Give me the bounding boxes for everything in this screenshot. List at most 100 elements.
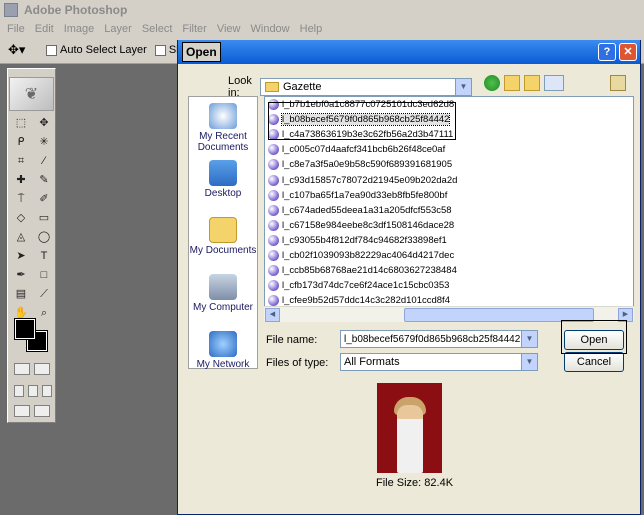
up-folder-icon[interactable] <box>504 75 520 91</box>
menu-filter[interactable]: Filter <box>177 23 211 35</box>
desktop-icon <box>209 160 237 186</box>
files-of-type-value: All Formats <box>344 356 400 368</box>
list-item[interactable]: l_ccb85b68768ae21d14c6803627238484 <box>265 263 633 278</box>
close-button[interactable]: ✕ <box>619 43 637 61</box>
image-file-icon <box>268 144 279 156</box>
chevron-down-icon[interactable]: ▼ <box>521 331 537 347</box>
jump-to-row <box>14 405 50 417</box>
notes-tool-icon[interactable]: ▤ <box>10 286 32 303</box>
standard-mode-icon[interactable] <box>14 363 30 375</box>
new-folder-icon[interactable] <box>524 75 540 91</box>
place-desktop[interactable]: Desktop <box>189 154 257 211</box>
recent-documents-icon <box>209 103 237 129</box>
dialog-title: Open <box>182 42 221 62</box>
toolbox: ❦ ⬚ ✥ ᑭ ✳ ⌗ ⁄ ✚ ✎ ⍑ ✐ ◇ ▭ ◬ ◯ ➤ T ✒ □ ▤ … <box>7 68 56 423</box>
clone-stamp-tool-icon[interactable]: ⍑ <box>10 191 32 208</box>
place-my-computer[interactable]: My Computer <box>189 268 257 325</box>
file-name-field[interactable]: l_b08becef5679f0d865b968cb25f84442 ▼ <box>340 330 538 348</box>
image-file-icon <box>268 280 279 292</box>
dodge-tool-icon[interactable]: ◯ <box>33 229 55 246</box>
screen-mode-full-icon[interactable] <box>42 385 52 397</box>
type-tool-icon[interactable]: T <box>33 248 55 265</box>
list-item[interactable]: l_c674aded55deea1a31a205dfcf553c58 <box>265 203 633 218</box>
back-icon[interactable] <box>484 75 500 91</box>
lasso-tool-icon[interactable]: ᑭ <box>10 134 32 151</box>
photoshop-title-bar: Adobe Photoshop <box>0 0 644 20</box>
crop-tool-icon[interactable]: ⌗ <box>10 153 32 170</box>
image-file-icon <box>268 204 279 216</box>
jump-to-imageready-icon[interactable] <box>14 405 30 417</box>
image-file-icon <box>268 265 279 277</box>
blur-tool-icon[interactable]: ◬ <box>10 229 32 246</box>
chevron-down-icon[interactable]: ▼ <box>455 79 471 95</box>
image-file-icon <box>268 174 279 186</box>
gradient-tool-icon[interactable]: ▭ <box>33 210 55 227</box>
eyedropper-tool-icon[interactable]: ⟋ <box>33 286 55 303</box>
brush-tool-icon[interactable]: ✎ <box>33 172 55 189</box>
edit-in-imageready-icon[interactable] <box>34 405 50 417</box>
image-file-icon <box>268 249 279 261</box>
move-tool-icon[interactable]: ✥ <box>33 115 55 132</box>
list-item[interactable]: l_c005c07d4aafcf341bcb6b26f48ce0af <box>265 142 633 157</box>
checkbox-box-icon <box>46 44 57 56</box>
places-bar: My Recent Documents Desktop My Documents… <box>188 96 258 370</box>
scroll-left-icon[interactable]: ◀ <box>265 308 280 322</box>
place-my-recent-documents[interactable]: My Recent Documents <box>189 97 257 154</box>
slice-tool-icon[interactable]: ⁄ <box>33 153 55 170</box>
screen-mode-full-menu-icon[interactable] <box>28 385 38 397</box>
list-item[interactable]: l_c93055b4f812df784c94682f33898ef1 <box>265 233 633 248</box>
path-selection-tool-icon[interactable]: ➤ <box>10 248 32 265</box>
auto-select-layer-checkbox[interactable]: Auto Select Layer <box>46 44 147 56</box>
zoom-tool-icon[interactable]: ⌕ <box>33 305 55 322</box>
menu-bar: File Edit Image Layer Select Filter View… <box>0 20 644 37</box>
files-of-type-select[interactable]: All Formats ▼ <box>340 353 538 371</box>
views-menu-icon[interactable] <box>544 75 564 91</box>
place-my-network[interactable]: My Network <box>189 325 257 382</box>
menu-layer[interactable]: Layer <box>99 23 137 35</box>
look-in-value: Gazette <box>283 81 322 93</box>
move-tool-preset-icon[interactable]: ✥▾ <box>8 41 38 59</box>
list-item[interactable]: l_cb02f1039093b82229ac4064d4217dec <box>265 248 633 263</box>
feather-logo-icon[interactable]: ❦ <box>9 77 54 111</box>
marquee-tool-icon[interactable]: ⬚ <box>10 115 32 132</box>
magic-wand-tool-icon[interactable]: ✳ <box>33 134 55 151</box>
selection-highlight-box <box>268 102 456 140</box>
my-network-icon <box>209 331 237 357</box>
menu-edit[interactable]: Edit <box>30 23 59 35</box>
image-file-icon <box>268 234 279 246</box>
eraser-tool-icon[interactable]: ◇ <box>10 210 32 227</box>
checkbox-box-icon <box>154 44 166 56</box>
cancel-button[interactable]: Cancel <box>564 352 624 372</box>
shape-tool-icon[interactable]: □ <box>33 267 55 284</box>
file-size-label: File Size: 82.4K <box>376 477 454 489</box>
menu-window[interactable]: Window <box>246 23 295 35</box>
open-dialog: Open ? ✕ Look in: Gazette ▼ My Recent Do… <box>177 40 641 515</box>
chevron-down-icon[interactable]: ▼ <box>521 354 537 370</box>
tools-icon[interactable] <box>610 75 626 91</box>
list-item[interactable]: l_c67158e984eebe8c3df1508146dace28 <box>265 218 633 233</box>
menu-help[interactable]: Help <box>295 23 328 35</box>
screen-mode-standard-icon[interactable] <box>14 385 24 397</box>
image-file-icon <box>268 219 279 231</box>
foreground-color-swatch[interactable] <box>14 318 36 340</box>
menu-view[interactable]: View <box>212 23 246 35</box>
image-file-icon <box>268 295 279 307</box>
list-item[interactable]: l_c107ba65f1a7ea90d33eb8fb5fe800bf <box>265 188 633 203</box>
menu-image[interactable]: Image <box>59 23 100 35</box>
quick-mask-mode-icon[interactable] <box>34 363 50 375</box>
menu-file[interactable]: File <box>2 23 30 35</box>
folder-icon <box>265 82 279 92</box>
look-in-combo[interactable]: Gazette ▼ <box>260 78 472 96</box>
open-button-highlight-box <box>561 320 627 354</box>
file-name-value: l_b08becef5679f0d865b968cb25f84442 <box>344 333 521 345</box>
list-item[interactable]: l_c93d15857c78072d21945e09b202da2d <box>265 172 633 187</box>
my-documents-icon <box>209 217 237 243</box>
place-my-documents[interactable]: My Documents <box>189 211 257 268</box>
list-item[interactable]: l_c8e7a3f5a0e9b58c590f689391681905 <box>265 157 633 172</box>
help-button[interactable]: ? <box>598 43 616 61</box>
pen-tool-icon[interactable]: ✒ <box>10 267 32 284</box>
list-item[interactable]: l_cfb173d74dc7ce6f24ace1c15cbc0353 <box>265 278 633 293</box>
history-brush-tool-icon[interactable]: ✐ <box>33 191 55 208</box>
healing-brush-tool-icon[interactable]: ✚ <box>10 172 32 189</box>
menu-select[interactable]: Select <box>137 23 178 35</box>
